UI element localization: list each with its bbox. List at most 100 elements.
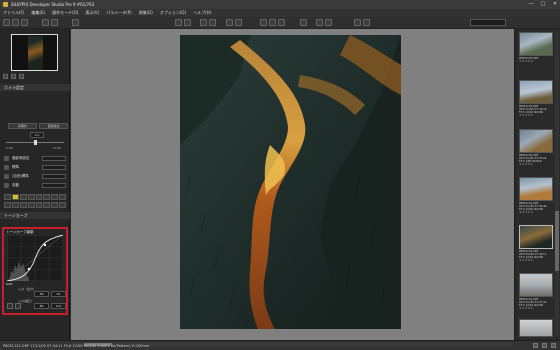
minimize-button[interactable]: — — [528, 1, 534, 7]
zoom-select[interactable] — [470, 19, 506, 26]
partial-correction-icon[interactable] — [226, 19, 233, 26]
rating-stars[interactable]: ★★★★★ — [519, 307, 553, 310]
tool-tone[interactable]: 標準 — [4, 164, 66, 171]
zoom-out-icon[interactable] — [354, 19, 361, 26]
develop-icon[interactable] — [72, 19, 79, 26]
grid-toggle-icon[interactable] — [533, 343, 538, 348]
preview-image[interactable] — [180, 35, 401, 329]
menu-help[interactable]: ヘルプ(H) — [193, 10, 211, 16]
white-balance-dropdown[interactable] — [42, 156, 66, 161]
tool-export-icon[interactable] — [59, 201, 66, 208]
open-folder-icon[interactable] — [3, 19, 10, 26]
tool-lens-icon[interactable] — [43, 194, 51, 200]
output-field[interactable]: 61 — [51, 291, 66, 297]
filmstrip-thumb[interactable] — [519, 273, 553, 297]
info-icon[interactable] — [325, 19, 332, 26]
menu-develop[interactable]: 現像(D) — [139, 10, 153, 16]
navigator-thumbnail[interactable] — [11, 34, 58, 71]
status-bar: P8051122.ORF 17/11/05 07:34:11 F5.6 1/10… — [0, 340, 560, 350]
tool-color[interactable]: (自然)標準 — [4, 173, 66, 180]
tool-exposure-icon[interactable] — [4, 194, 11, 200]
rating-stars[interactable]: ★★★★★ — [519, 259, 553, 262]
filmstrip-thumb[interactable] — [519, 319, 553, 337]
crop-icon[interactable] — [175, 19, 182, 26]
filmstrip-thumb[interactable] — [519, 80, 553, 104]
tool-mask-icon[interactable] — [43, 201, 51, 208]
compare-view-icon[interactable] — [269, 19, 276, 26]
tool-dehaze-icon[interactable] — [59, 194, 66, 200]
filmstrip-meta: P8051136.ORF 2017/11/05 07:35:01 F3.5 1/… — [519, 154, 553, 166]
menu-parameter[interactable]: パラメータ(P) — [106, 10, 131, 16]
filmstrip-thumb-selected[interactable] — [519, 225, 553, 249]
pencil-icon[interactable] — [7, 303, 13, 309]
brush-icon[interactable] — [235, 19, 242, 26]
tool-color-icon[interactable] — [11, 201, 19, 208]
fit-icon[interactable] — [3, 74, 8, 79]
menu-option[interactable]: オプション(O) — [160, 10, 186, 16]
actual-size-icon[interactable] — [11, 74, 16, 79]
rating-stars[interactable]: ★★★★★ — [519, 163, 553, 166]
grid-view-icon[interactable] — [278, 19, 285, 26]
filmstrip-scroll-thumb[interactable] — [555, 211, 559, 271]
navigator-preview — [28, 36, 43, 70]
tool-rotate-icon[interactable] — [51, 194, 59, 200]
tool-noise-icon[interactable] — [35, 194, 43, 200]
tool-spot-icon[interactable] — [35, 201, 43, 208]
auto-exposure-button[interactable]: 自動露出 — [39, 123, 68, 129]
settings-icon[interactable] — [19, 74, 24, 79]
filmstrip-toggle-icon[interactable] — [551, 343, 556, 348]
eyedropper-icon[interactable] — [15, 303, 21, 309]
menu-edit[interactable]: 編集(E) — [31, 10, 45, 16]
tool-split-icon[interactable] — [19, 201, 27, 208]
section-tone-curve[interactable]: トーンカーブ — [0, 212, 70, 219]
tone-icon — [4, 165, 9, 170]
white-balance-picker-icon[interactable] — [200, 19, 207, 26]
reset-button[interactable]: 初期化 — [8, 123, 37, 129]
fullscreen-icon[interactable] — [300, 19, 307, 26]
tool-white-balance[interactable]: 撮影時設定 — [4, 155, 66, 162]
slider-knob[interactable] — [34, 140, 37, 145]
tool-sharpness[interactable]: 自動 — [4, 182, 66, 189]
tone-dropdown[interactable] — [42, 165, 66, 170]
input-field[interactable]: 49 — [34, 291, 49, 297]
curve-channel-label[interactable]: RGB — [6, 282, 12, 286]
tool-tone-curve-icon[interactable] — [11, 194, 19, 200]
maximize-button[interactable]: □ — [540, 1, 546, 7]
filmstrip-thumb[interactable] — [519, 32, 553, 56]
spot-removal-icon[interactable] — [209, 19, 216, 26]
tool-brush-icon[interactable] — [51, 201, 59, 208]
tool-hsl-icon[interactable] — [19, 194, 27, 200]
exposure-slider[interactable] — [6, 139, 64, 146]
sharpness-dropdown[interactable] — [42, 183, 66, 188]
rating-stars[interactable]: ★★★★★ — [519, 60, 553, 63]
tool-crop-icon[interactable] — [27, 201, 35, 208]
section-camera-settings[interactable]: カメラ設定 — [0, 84, 70, 91]
rotate-left-icon[interactable] — [42, 19, 49, 26]
filmstrip-thumb[interactable] — [519, 129, 553, 153]
slider-max-label: +2.00 — [52, 146, 62, 150]
menu-view[interactable]: 表示(V) — [85, 10, 99, 16]
rotate-right-icon[interactable] — [51, 19, 58, 26]
rating-stars[interactable]: ★★★★★ — [519, 114, 553, 117]
rating-stars[interactable]: ★★★★★ — [519, 211, 553, 214]
filmstrip-thumb[interactable] — [519, 177, 553, 201]
correction-output-field[interactable]: 110 — [51, 303, 66, 309]
sharpness-icon — [4, 183, 9, 188]
close-button[interactable]: ✕ — [552, 1, 558, 7]
menu-mode[interactable]: 操作モード(O) — [52, 10, 78, 16]
prev-image-icon[interactable] — [12, 19, 19, 26]
straighten-icon[interactable] — [184, 19, 191, 26]
tool-sharpen-icon[interactable] — [27, 194, 35, 200]
color-dropdown[interactable] — [42, 174, 66, 179]
correction-input-field[interactable]: 89 — [34, 303, 49, 309]
list-toggle-icon[interactable] — [542, 343, 547, 348]
filmstrip-scrollbar[interactable] — [555, 31, 559, 336]
menu-file[interactable]: ファイル(F) — [3, 10, 24, 16]
histogram-icon[interactable] — [316, 19, 323, 26]
tool-hdr-icon[interactable] — [4, 201, 11, 208]
zoom-in-icon[interactable] — [363, 19, 370, 26]
next-image-icon[interactable] — [21, 19, 28, 26]
single-view-icon[interactable] — [260, 19, 267, 26]
exposure-value[interactable]: 0.0 — [30, 132, 44, 138]
tone-curve-graph[interactable] — [7, 235, 63, 281]
